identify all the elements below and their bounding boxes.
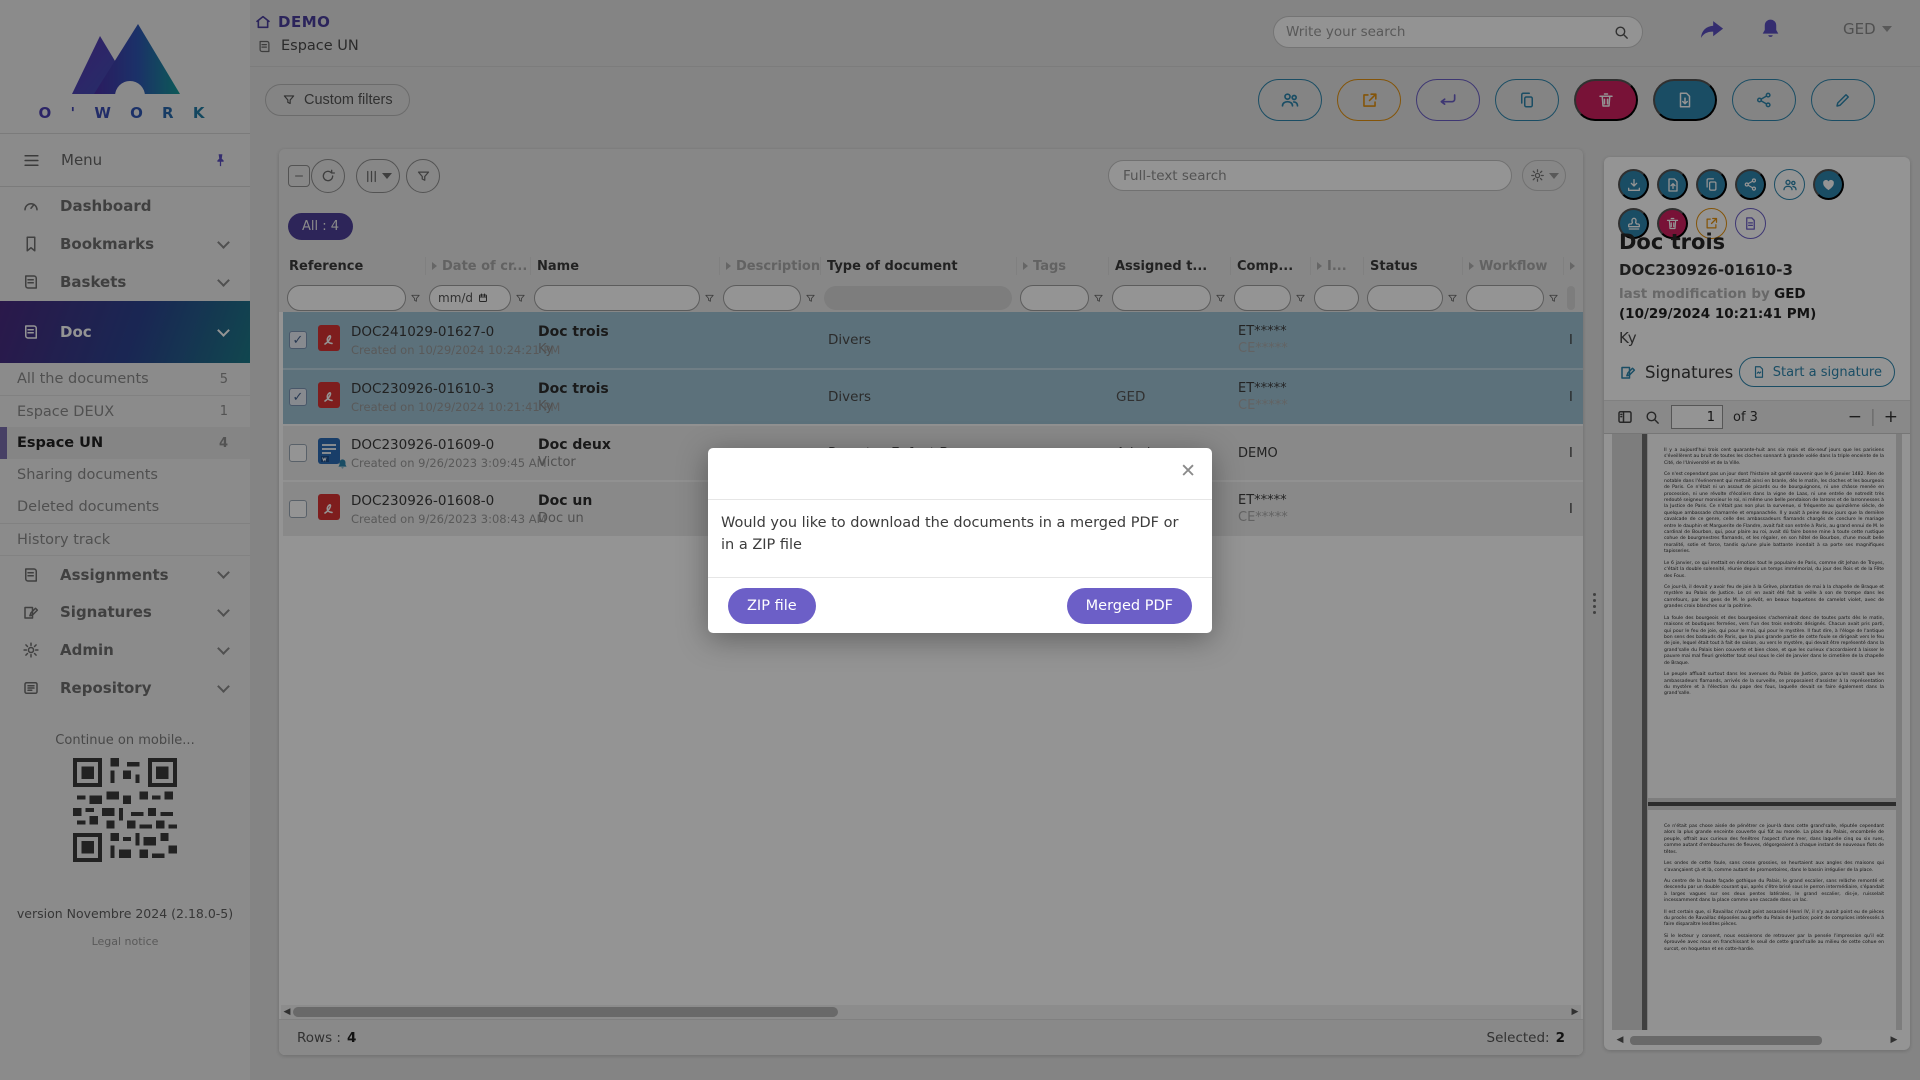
modal-footer: ZIP file Merged PDF <box>708 577 1212 633</box>
merged-pdf-button[interactable]: Merged PDF <box>1067 588 1192 624</box>
modal-message: Would you like to download the documents… <box>708 500 1212 577</box>
download-choice-modal: ✕ Would you like to download the documen… <box>708 448 1212 633</box>
zip-file-button[interactable]: ZIP file <box>728 588 816 624</box>
close-icon[interactable]: ✕ <box>1180 462 1196 481</box>
modal-header: ✕ <box>708 448 1212 500</box>
